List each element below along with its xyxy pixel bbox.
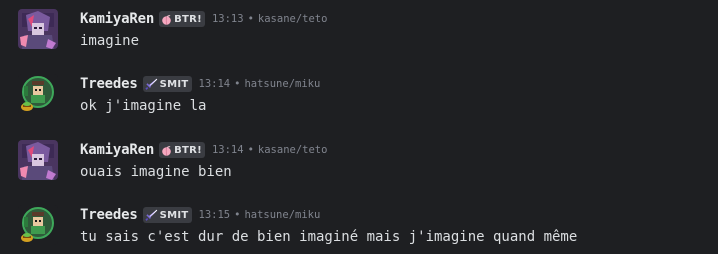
- peach-icon: [162, 14, 171, 25]
- username[interactable]: Treedes: [80, 76, 138, 92]
- user-badge[interactable]: SMIT: [142, 207, 192, 223]
- message-meta: 13:15 • hatsune/miku: [199, 209, 321, 221]
- kamiyaren-avatar-icon: [18, 9, 58, 49]
- meta-separator: •: [247, 144, 254, 156]
- timestamp: 13:15: [198, 209, 231, 221]
- badge-label: SMIT: [159, 209, 189, 221]
- timestamp: 13:14: [198, 78, 231, 90]
- username[interactable]: KamiyaRen: [80, 11, 154, 27]
- sword-icon: [144, 78, 157, 90]
- badge-label: SMIT: [159, 78, 189, 90]
- message-header: KamiyaRen BTR! 13:13 • kasane/teto: [80, 10, 327, 28]
- message-text: ok j'imagine la: [80, 98, 207, 114]
- chat-message: KamiyaRen BTR! 13:14 • kasane/teto ouais i…: [0, 131, 718, 191]
- chat-message: Treedes SMIT 13:14 • hatsune/miku ok j'ima…: [0, 65, 718, 125]
- user-badge[interactable]: BTR!: [159, 11, 205, 27]
- chat-log: KamiyaRen BTR! 13:13 • kasane/teto imagine: [0, 0, 718, 254]
- treedes-avatar-icon: [18, 74, 58, 114]
- channel-source[interactable]: kasane/teto: [258, 13, 328, 25]
- message-text: tu sais c'est dur de bien imaginé mais j…: [80, 229, 578, 245]
- message-header: KamiyaRen BTR! 13:14 • kasane/teto: [80, 141, 327, 159]
- channel-source[interactable]: hatsune/miku: [244, 78, 320, 90]
- avatar[interactable]: [18, 140, 58, 180]
- username[interactable]: Treedes: [80, 207, 138, 223]
- channel-source[interactable]: kasane/teto: [258, 144, 328, 156]
- chat-message: Treedes SMIT 13:15 • hatsune/miku tu sais …: [0, 196, 718, 254]
- treedes-avatar-icon: [18, 205, 58, 245]
- sword-icon: [144, 209, 157, 221]
- timestamp: 13:13: [211, 13, 244, 25]
- message-text: ouais imagine bien: [80, 164, 232, 180]
- kamiyaren-avatar-icon: [18, 140, 58, 180]
- badge-label: BTR!: [174, 13, 202, 25]
- message-meta: 13:13 • kasane/teto: [212, 13, 327, 25]
- avatar[interactable]: [18, 9, 58, 49]
- meta-separator: •: [247, 13, 254, 25]
- username[interactable]: KamiyaRen: [80, 142, 154, 158]
- message-header: Treedes SMIT 13:14 • hatsune/miku: [80, 75, 320, 93]
- avatar[interactable]: [18, 205, 58, 245]
- user-badge[interactable]: BTR!: [159, 142, 205, 158]
- timestamp: 13:14: [211, 144, 244, 156]
- chat-message: KamiyaRen BTR! 13:13 • kasane/teto imagine: [0, 0, 718, 60]
- message-meta: 13:14 • kasane/teto: [212, 144, 327, 156]
- meta-separator: •: [234, 78, 241, 90]
- message-meta: 13:14 • hatsune/miku: [199, 78, 321, 90]
- avatar[interactable]: [18, 74, 58, 114]
- channel-source[interactable]: hatsune/miku: [244, 209, 320, 221]
- message-header: Treedes SMIT 13:15 • hatsune/miku: [80, 206, 320, 224]
- peach-icon: [162, 145, 171, 156]
- meta-separator: •: [234, 209, 241, 221]
- message-text: imagine: [80, 33, 140, 49]
- user-badge[interactable]: SMIT: [142, 76, 192, 92]
- badge-label: BTR!: [174, 144, 202, 156]
